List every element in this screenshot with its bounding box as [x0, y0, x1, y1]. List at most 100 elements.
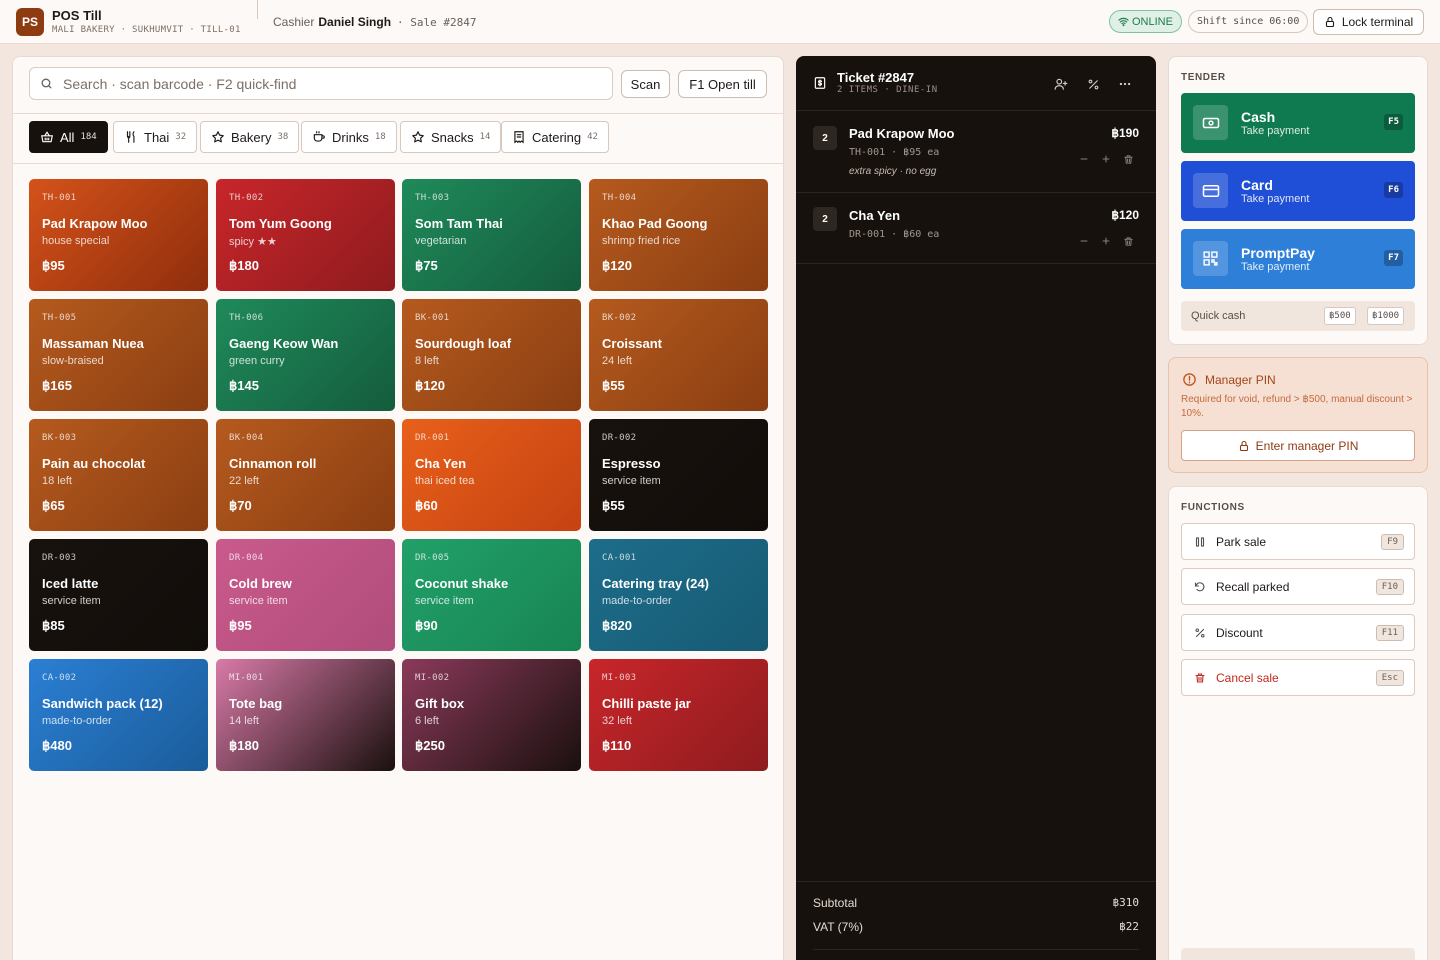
function-label: Park sale	[1216, 534, 1267, 549]
quick-cash-500-button[interactable]: ฿500	[1324, 307, 1356, 325]
line-decrease-button[interactable]	[1077, 234, 1091, 248]
line-name: Cha Yen	[849, 208, 901, 223]
line-remove-button[interactable]	[1121, 234, 1135, 248]
cash-icon	[1193, 105, 1228, 140]
card-tender-button[interactable]: Card Take payment F6	[1181, 161, 1415, 221]
cashier-name: Daniel Singh	[318, 15, 392, 29]
product-tile[interactable]: BK-003 Pain au chocolat 18 left ฿65	[29, 419, 208, 531]
trash-icon	[1123, 236, 1133, 246]
header-divider	[257, 0, 258, 19]
user-plus-icon	[1054, 78, 1068, 90]
product-name: Cinnamon roll	[229, 456, 317, 471]
product-name: Coconut shake	[415, 576, 509, 591]
product-sku: BK-002	[602, 313, 637, 323]
open-till-button[interactable]: F1 Open till	[678, 70, 767, 98]
online-status-badge: ONLINE	[1109, 10, 1182, 33]
line-decrease-button[interactable]	[1077, 152, 1091, 166]
product-tile[interactable]: BK-004 Cinnamon roll 22 left ฿70	[216, 419, 395, 531]
product-note: 8 left	[415, 355, 439, 367]
function-shortcut: Esc	[1375, 670, 1404, 686]
manager-pin-description: Required for void, refund > ฿500, manual…	[1181, 394, 1413, 419]
product-price: ฿180	[229, 738, 259, 753]
add-customer-button[interactable]	[1052, 75, 1070, 93]
line-note: extra spicy · no egg	[849, 166, 937, 177]
minus-icon	[1080, 158, 1088, 160]
park-sale-button[interactable]: Park sale F9	[1181, 523, 1415, 560]
plus-icon	[1102, 155, 1110, 163]
product-sku: DR-005	[415, 553, 450, 563]
product-tile[interactable]: BK-001 Sourdough loaf 8 left ฿120	[402, 299, 581, 411]
function-label: Recall parked	[1216, 579, 1290, 594]
product-tile[interactable]: CA-001 Catering tray (24) made-to-order ฿82…	[589, 539, 768, 651]
product-note: shrimp fried rice	[602, 235, 681, 247]
ticket-totals	[796, 881, 1156, 882]
utensils-icon	[126, 131, 135, 143]
ticket-line[interactable]: 2 Cha Yen DR-001 · ฿60 ea ฿120	[796, 193, 1156, 264]
line-remove-button[interactable]	[1121, 152, 1135, 166]
category-drinks[interactable]: Drinks 18	[301, 121, 397, 153]
category-catering[interactable]: Catering 42	[501, 121, 609, 153]
product-tile[interactable]: DR-003 Iced latte service item ฿85	[29, 539, 208, 651]
product-note: slow-braised	[42, 355, 104, 367]
ticket-discount-button[interactable]	[1084, 75, 1102, 93]
tender-section-label: TENDER	[1181, 72, 1226, 83]
product-price: ฿180	[229, 258, 259, 273]
product-tile[interactable]: TH-001 Pad Krapow Moo house special ฿95	[29, 179, 208, 291]
recall-parked-button[interactable]: Recall parked F10	[1181, 568, 1415, 605]
product-tile[interactable]: DR-004 Cold brew service item ฿95	[216, 539, 395, 651]
product-tile[interactable]: TH-003 Som Tam Thai vegetarian ฿75	[402, 179, 581, 291]
category-label: Catering	[532, 129, 582, 145]
wifi-icon	[1118, 17, 1129, 27]
product-price: ฿820	[602, 618, 632, 633]
product-tile[interactable]: MI-001 Tote bag 14 left ฿180	[216, 659, 395, 771]
cash-tender-button[interactable]: Cash Take payment F5	[1181, 93, 1415, 153]
sale-number: · Sale #2847	[397, 16, 477, 29]
product-note: green curry	[229, 355, 285, 367]
product-note: 24 left	[602, 355, 632, 367]
product-name: Tom Yum Goong	[229, 216, 332, 231]
category-bakery[interactable]: Bakery 38	[200, 121, 300, 153]
product-tile[interactable]: TH-002 Tom Yum Goong spicy ★★ ฿180	[216, 179, 395, 291]
star-icon	[212, 131, 224, 143]
category-snacks[interactable]: Snacks 14	[400, 121, 502, 153]
product-tile[interactable]: BK-002 Croissant 24 left ฿55	[589, 299, 768, 411]
category-all[interactable]: All 184	[29, 121, 108, 153]
product-tile[interactable]: MI-003 Chilli paste jar 32 left ฿110	[589, 659, 768, 771]
product-tile[interactable]: DR-005 Coconut shake service item ฿90	[402, 539, 581, 651]
product-tile[interactable]: TH-005 Massaman Nuea slow-braised ฿165	[29, 299, 208, 411]
scan-button[interactable]: Scan	[621, 70, 670, 98]
tender-title: Card	[1241, 177, 1273, 193]
product-tile[interactable]: TH-006 Gaeng Keow Wan green curry ฿145	[216, 299, 395, 411]
quick-cash-1000-button[interactable]: ฿1000	[1367, 307, 1405, 325]
lock-terminal-button[interactable]: Lock terminal	[1313, 9, 1424, 35]
subtotal-row: Subtotal ฿310	[813, 896, 1139, 910]
alert-circle-icon	[1183, 373, 1196, 386]
search-input[interactable]	[63, 75, 583, 92]
basket-icon	[41, 131, 53, 143]
qr-icon	[1193, 241, 1228, 276]
enter-manager-pin-button[interactable]: Enter manager PIN	[1181, 430, 1415, 461]
product-tile[interactable]: TH-004 Khao Pad Goong shrimp fried rice ฿12…	[589, 179, 768, 291]
product-sku: DR-003	[42, 553, 77, 563]
cancel-sale-button[interactable]: Cancel sale Esc	[1181, 659, 1415, 696]
line-increase-button[interactable]	[1099, 234, 1113, 248]
category-label: Drinks	[332, 129, 369, 145]
product-tile[interactable]: DR-002 Espresso service item ฿55	[589, 419, 768, 531]
search-box[interactable]	[29, 67, 613, 100]
trash-icon	[1195, 672, 1205, 683]
discount-button[interactable]: Discount F11	[1181, 614, 1415, 651]
promptpay-tender-button[interactable]: PromptPay Take payment F7	[1181, 229, 1415, 289]
line-total: ฿190	[1111, 126, 1139, 140]
category-thai[interactable]: Thai 32	[113, 121, 198, 153]
product-tile[interactable]: CA-002 Sandwich pack (12) made-to-order ฿48…	[29, 659, 208, 771]
ticket-more-button[interactable]	[1116, 75, 1134, 93]
product-tile[interactable]: MI-002 Gift box 6 left ฿250	[402, 659, 581, 771]
product-note: service item	[602, 475, 661, 487]
product-price: ฿120	[415, 378, 445, 393]
tender-subtitle: Take payment	[1241, 125, 1310, 137]
product-tile[interactable]: DR-001 Cha Yen thai iced tea ฿60	[402, 419, 581, 531]
product-name: Khao Pad Goong	[602, 216, 708, 231]
line-increase-button[interactable]	[1099, 152, 1113, 166]
product-note: service item	[42, 595, 101, 607]
tender-shortcut: F6	[1384, 182, 1403, 198]
